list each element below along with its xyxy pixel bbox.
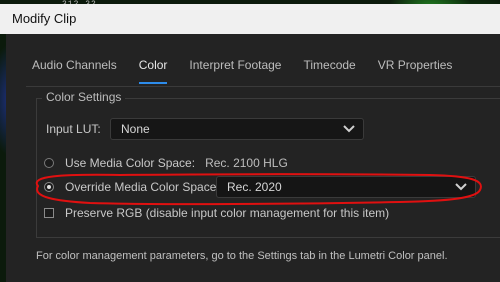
window-titlebar[interactable]: Modify Clip bbox=[0, 4, 500, 34]
window-title: Modify Clip bbox=[12, 11, 77, 26]
preserve-rgb-checkbox[interactable] bbox=[44, 208, 54, 218]
use-media-radio[interactable] bbox=[44, 158, 54, 168]
input-lut-label: Input LUT: bbox=[46, 122, 101, 136]
modify-clip-dialog: Audio Channels Color Interpret Footage T… bbox=[6, 34, 500, 282]
tab-bar: Audio Channels Color Interpret Footage T… bbox=[32, 58, 474, 84]
preserve-rgb-option[interactable]: Preserve RGB (disable input color manage… bbox=[44, 206, 389, 220]
tab-timecode[interactable]: Timecode bbox=[303, 58, 355, 78]
tab-color[interactable]: Color bbox=[138, 58, 167, 84]
preserve-rgb-label: Preserve RGB (disable input color manage… bbox=[65, 206, 390, 220]
use-media-value: Rec. 2100 HLG bbox=[205, 156, 288, 170]
tab-audio-channels[interactable]: Audio Channels bbox=[32, 58, 117, 78]
override-label: Override Media Color Space: bbox=[65, 180, 220, 194]
override-media-color-space-option[interactable]: Override Media Color Space: bbox=[44, 180, 220, 194]
tab-interpret-footage[interactable]: Interpret Footage bbox=[189, 58, 281, 78]
chevron-down-icon bbox=[343, 125, 355, 133]
tabs-divider bbox=[26, 86, 500, 87]
input-lut-dropdown[interactable]: None bbox=[110, 118, 364, 140]
use-media-label: Use Media Color Space: bbox=[65, 156, 196, 170]
override-value: Rec. 2020 bbox=[227, 180, 282, 194]
input-lut-value: None bbox=[121, 122, 150, 136]
tab-vr-properties[interactable]: VR Properties bbox=[378, 58, 453, 78]
chevron-down-icon bbox=[455, 183, 467, 191]
override-radio[interactable] bbox=[44, 182, 54, 192]
use-media-color-space-option[interactable]: Use Media Color Space: Rec. 2100 HLG bbox=[44, 156, 288, 170]
footer-note: For color management parameters, go to t… bbox=[36, 250, 448, 262]
color-settings-label: Color Settings bbox=[42, 90, 126, 104]
override-color-space-dropdown[interactable]: Rec. 2020 bbox=[216, 176, 476, 198]
